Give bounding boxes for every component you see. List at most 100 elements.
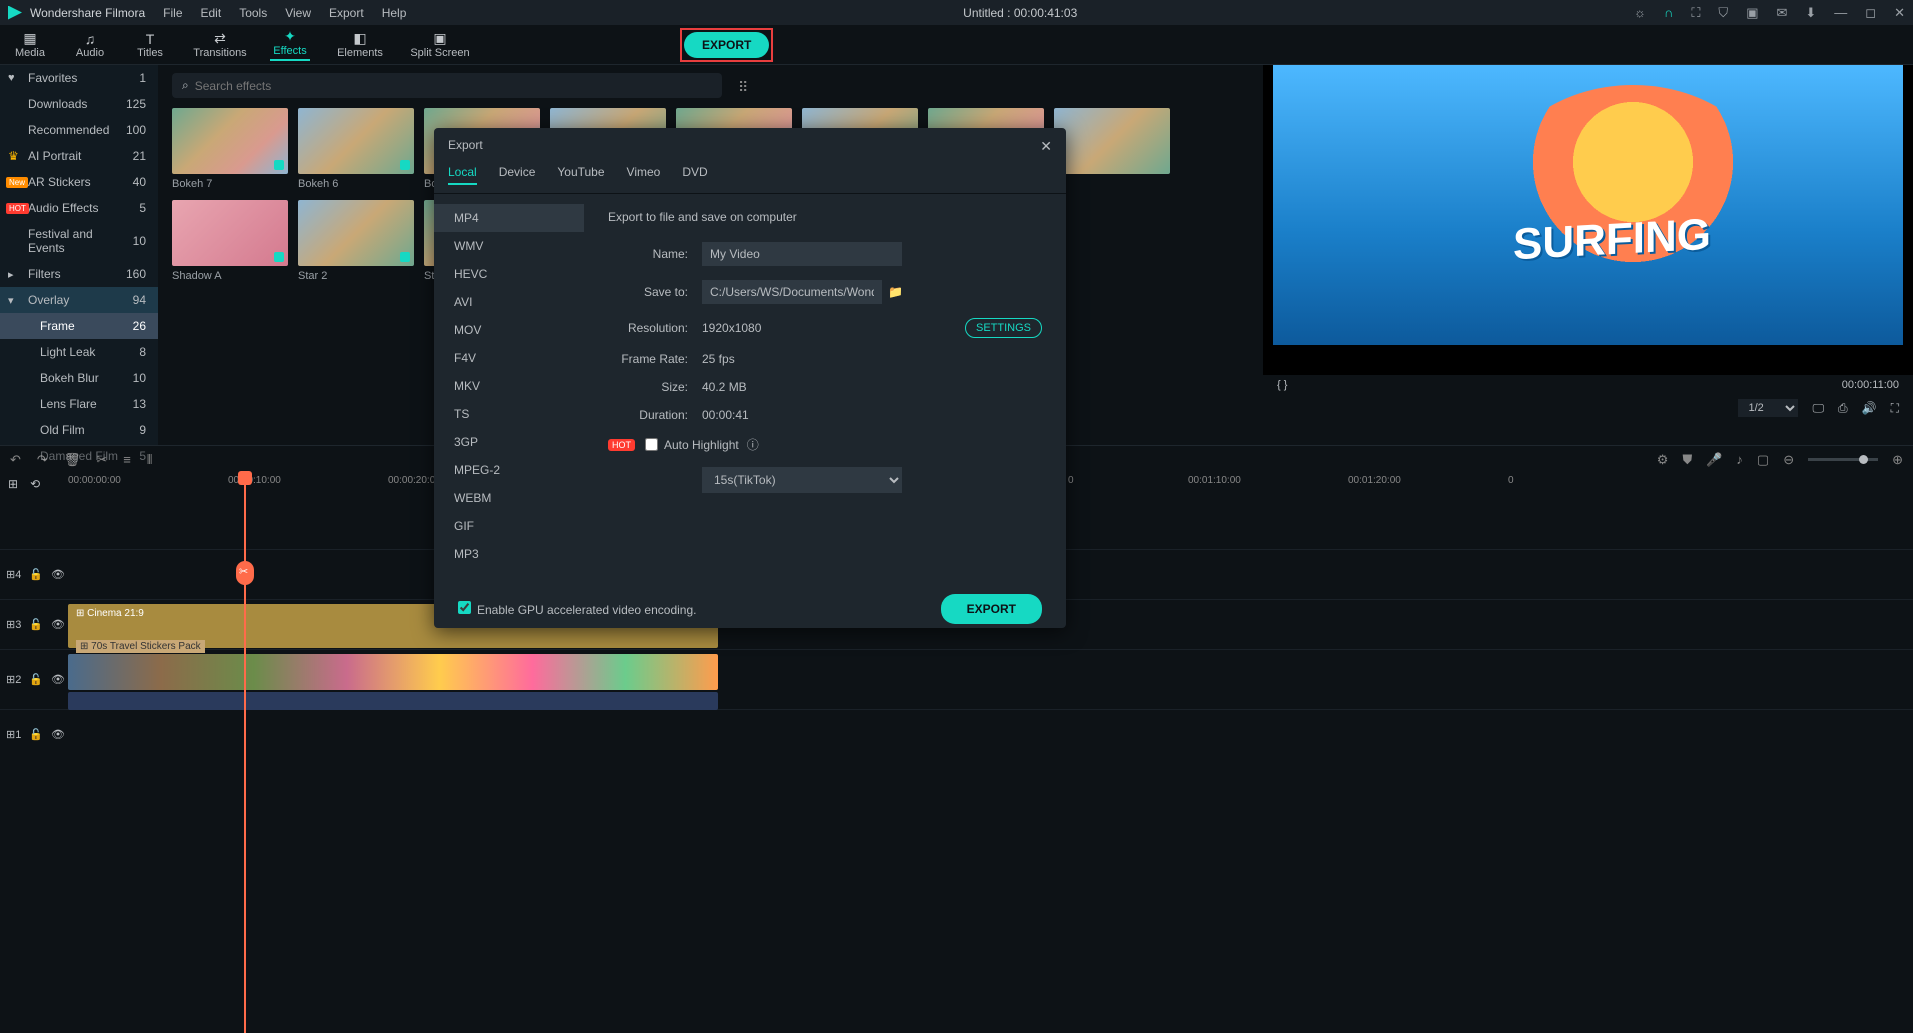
- lock-icon[interactable]: 🔓: [29, 728, 43, 741]
- snapshot-icon[interactable]: ⎙: [1838, 401, 1848, 416]
- format-mp4[interactable]: MP4: [434, 204, 584, 232]
- effect-thumb[interactable]: [1054, 108, 1170, 190]
- effect-thumb[interactable]: Bokeh 7: [172, 108, 288, 190]
- tab-media[interactable]: ▦Media: [0, 27, 60, 62]
- lightbulb-icon[interactable]: ☼: [1634, 5, 1646, 20]
- preview-video[interactable]: [1273, 65, 1903, 345]
- download-icon[interactable]: ⬇: [1805, 5, 1816, 21]
- zoom-out-icon[interactable]: ⊖: [1783, 452, 1794, 468]
- format-wmv[interactable]: WMV: [434, 232, 584, 260]
- tab-titles[interactable]: TTitles: [120, 28, 180, 62]
- tab-elements[interactable]: ◧Elements: [320, 27, 400, 62]
- effect-thumb[interactable]: Bokeh 6: [298, 108, 414, 190]
- export-confirm-button[interactable]: EXPORT: [941, 594, 1042, 624]
- headphones-icon[interactable]: ∩: [1664, 5, 1673, 20]
- format-ts[interactable]: TS: [434, 400, 584, 428]
- sidebar-item-overlay[interactable]: ▾Overlay94: [0, 287, 158, 313]
- tab-device[interactable]: Device: [499, 165, 536, 185]
- sidebar-item-festival[interactable]: Festival and Events10: [0, 221, 158, 261]
- lock-icon[interactable]: 🔓: [29, 568, 43, 581]
- highlight-duration-select[interactable]: 15s(TikTok): [702, 467, 902, 493]
- menu-edit[interactable]: Edit: [201, 6, 222, 20]
- sidebar-item-filters[interactable]: ▸Filters160: [0, 261, 158, 287]
- search-bar[interactable]: ⌕: [172, 73, 722, 98]
- grid-view-icon[interactable]: ⠿: [738, 79, 748, 96]
- sidebar-sub-frame[interactable]: Frame26: [0, 313, 158, 339]
- menu-export[interactable]: Export: [329, 6, 364, 20]
- lock-icon[interactable]: 🔓: [29, 618, 43, 631]
- save-icon[interactable]: ▣: [1746, 5, 1758, 21]
- format-f4v[interactable]: F4V: [434, 344, 584, 372]
- settings-button[interactable]: SETTINGS: [965, 318, 1042, 338]
- sidebar-item-audio-effects[interactable]: HOTAudio Effects5: [0, 195, 158, 221]
- tab-effects[interactable]: ✦Effects: [260, 25, 320, 64]
- sidebar-sub-bokeh-blur[interactable]: Bokeh Blur10: [0, 365, 158, 391]
- tab-dvd[interactable]: DVD: [682, 165, 707, 185]
- tab-transitions[interactable]: ⇄Transitions: [180, 27, 260, 62]
- sidebar-sub-lens-flare[interactable]: Lens Flare13: [0, 391, 158, 417]
- menu-tools[interactable]: Tools: [239, 6, 267, 20]
- export-button[interactable]: EXPORT: [684, 32, 769, 58]
- gpu-checkbox-label[interactable]: Enable GPU accelerated video encoding.: [458, 601, 696, 617]
- sidebar-item-downloads[interactable]: Downloads125: [0, 91, 158, 117]
- format-3gp[interactable]: 3GP: [434, 428, 584, 456]
- volume-icon[interactable]: 🔊: [1862, 401, 1877, 415]
- auto-highlight-checkbox[interactable]: [645, 438, 658, 451]
- effect-thumb[interactable]: Shadow A: [172, 200, 288, 282]
- mic-icon[interactable]: 🎤: [1706, 452, 1722, 468]
- minimize-button[interactable]: —: [1834, 5, 1847, 20]
- format-gif[interactable]: GIF: [434, 512, 584, 540]
- account-icon[interactable]: ⛉: [1718, 5, 1728, 21]
- gift-icon[interactable]: ⛶: [1691, 5, 1700, 21]
- sidebar-sub-old-film[interactable]: Old Film9: [0, 417, 158, 443]
- tab-split-screen[interactable]: ▣Split Screen: [400, 27, 480, 62]
- zoom-in-icon[interactable]: ⊕: [1892, 452, 1903, 468]
- tab-audio[interactable]: ♫Audio: [60, 28, 120, 62]
- tab-local[interactable]: Local: [448, 165, 477, 185]
- sidebar-sub-damaged-film[interactable]: Damaged Film5: [0, 443, 158, 469]
- playhead[interactable]: [244, 473, 246, 1033]
- menu-help[interactable]: Help: [382, 6, 407, 20]
- saveto-input[interactable]: [702, 280, 882, 304]
- eye-icon[interactable]: 👁: [51, 618, 65, 631]
- format-webm[interactable]: WEBM: [434, 484, 584, 512]
- eye-icon[interactable]: 👁: [51, 673, 65, 686]
- eye-icon[interactable]: 👁: [51, 568, 65, 581]
- cut-marker[interactable]: [236, 561, 254, 585]
- timeline-layout-icon[interactable]: ⊞: [8, 477, 18, 491]
- monitor-icon[interactable]: 🖵: [1812, 401, 1824, 416]
- clip-video[interactable]: ⊞ 70s Travel Stickers Pack: [68, 654, 718, 690]
- format-mov[interactable]: MOV: [434, 316, 584, 344]
- tab-youtube[interactable]: YouTube: [557, 165, 604, 185]
- effect-thumb[interactable]: Star 2: [298, 200, 414, 282]
- maximize-button[interactable]: ◻: [1865, 5, 1876, 21]
- gear-icon[interactable]: ⚙: [1657, 452, 1669, 468]
- close-button[interactable]: ✕: [1894, 5, 1905, 21]
- fullscreen-icon[interactable]: ⛶: [1891, 401, 1899, 416]
- shield-icon[interactable]: ⛊: [1682, 452, 1692, 468]
- menu-view[interactable]: View: [285, 6, 311, 20]
- music-icon[interactable]: ♪: [1736, 452, 1743, 467]
- sidebar-sub-light-leak[interactable]: Light Leak8: [0, 339, 158, 365]
- marker-icon[interactable]: ▢: [1757, 452, 1769, 468]
- link-icon[interactable]: ⟲: [30, 477, 40, 491]
- sidebar-item-favorites[interactable]: ♥Favorites1: [0, 65, 158, 91]
- mail-icon[interactable]: ✉: [1776, 5, 1787, 21]
- playback-speed-select[interactable]: 1/2: [1738, 399, 1798, 417]
- lock-icon[interactable]: 🔓: [29, 673, 43, 686]
- name-input[interactable]: [702, 242, 902, 266]
- info-icon[interactable]: ⓘ: [747, 436, 759, 453]
- close-icon[interactable]: ✕: [1040, 138, 1052, 155]
- clip-audio[interactable]: [68, 692, 718, 710]
- menu-file[interactable]: File: [163, 6, 182, 20]
- folder-icon[interactable]: 📁: [888, 285, 903, 299]
- search-input[interactable]: [195, 79, 712, 93]
- format-avi[interactable]: AVI: [434, 288, 584, 316]
- tab-vimeo[interactable]: Vimeo: [627, 165, 661, 185]
- format-mkv[interactable]: MKV: [434, 372, 584, 400]
- sidebar-item-recommended[interactable]: Recommended100: [0, 117, 158, 143]
- zoom-slider[interactable]: [1808, 458, 1878, 461]
- gpu-checkbox[interactable]: [458, 601, 471, 614]
- sidebar-item-ai-portrait[interactable]: ♛AI Portrait21: [0, 143, 158, 169]
- format-mp3[interactable]: MP3: [434, 540, 584, 568]
